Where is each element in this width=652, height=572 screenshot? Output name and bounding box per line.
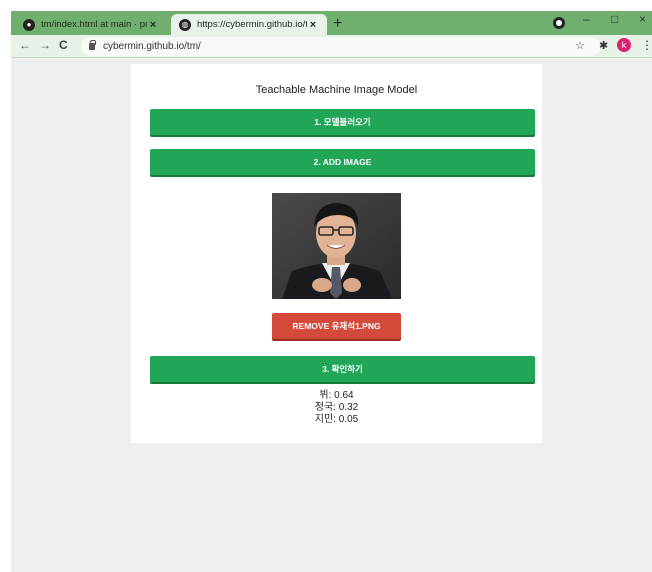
forward-button[interactable]: → bbox=[39, 38, 51, 52]
lock-icon[interactable] bbox=[89, 40, 96, 50]
tab-close-icon[interactable]: × bbox=[307, 19, 319, 31]
kebab-menu-icon[interactable]: ⋮ bbox=[641, 38, 652, 52]
uploaded-photo bbox=[272, 193, 401, 299]
profile-avatar[interactable]: k bbox=[617, 38, 631, 52]
tab-title: https://cybermin.github.io/tm/ bbox=[197, 19, 307, 30]
model-card: Teachable Machine Image Model 1. 모델불러오기 … bbox=[131, 64, 542, 443]
tab-github[interactable]: ● tm/index.html at main · pnumi × bbox=[15, 14, 167, 35]
address-text: cybermin.github.io/tm/ bbox=[103, 41, 201, 52]
tab-title: tm/index.html at main · pnumi bbox=[41, 19, 147, 30]
page-title: Teachable Machine Image Model bbox=[255, 84, 418, 96]
puzzle-icon[interactable]: ✱ bbox=[599, 39, 608, 52]
github-icon: ● bbox=[23, 18, 35, 31]
prediction-results: 뷔: 0.64 정국: 0.32 지민: 0.05 bbox=[131, 390, 542, 426]
tab-close-icon[interactable]: × bbox=[147, 19, 159, 31]
close-window-button[interactable]: × bbox=[639, 12, 646, 26]
add-image-button[interactable]: 2. ADD IMAGE bbox=[150, 149, 535, 175]
tab-cybermin[interactable]: ◍ https://cybermin.github.io/tm/ × bbox=[171, 14, 327, 35]
load-model-button[interactable]: 1. 모델불러오기 bbox=[150, 109, 535, 135]
remove-image-button[interactable]: REMOVE 유재석1.PNG bbox=[272, 313, 401, 339]
result-line: 정국: 0.32 bbox=[314, 402, 359, 413]
browser-window: ● tm/index.html at main · pnumi × ◍ http… bbox=[11, 11, 652, 572]
back-button[interactable]: ← bbox=[19, 38, 31, 52]
browser-toolbar: ← → C cybermin.github.io/tm/ ☆ ✱ k ⋮ bbox=[11, 35, 652, 58]
new-tab-button[interactable]: + bbox=[333, 15, 342, 33]
address-bar[interactable]: cybermin.github.io/tm/ bbox=[81, 37, 601, 56]
portrait-image bbox=[272, 193, 401, 299]
star-icon[interactable]: ☆ bbox=[575, 39, 585, 52]
tab-strip: ● tm/index.html at main · pnumi × ◍ http… bbox=[11, 11, 652, 35]
predict-button[interactable]: 3. 확인하기 bbox=[150, 356, 535, 382]
maximize-button[interactable]: □ bbox=[611, 12, 618, 26]
media-record-icon[interactable] bbox=[553, 17, 565, 29]
globe-icon: ◍ bbox=[179, 18, 191, 31]
result-line: 지민: 0.05 bbox=[314, 414, 359, 425]
reload-button[interactable]: C bbox=[59, 38, 68, 52]
result-line: 뷔: 0.64 bbox=[319, 390, 354, 401]
minimize-button[interactable]: – bbox=[583, 12, 590, 26]
